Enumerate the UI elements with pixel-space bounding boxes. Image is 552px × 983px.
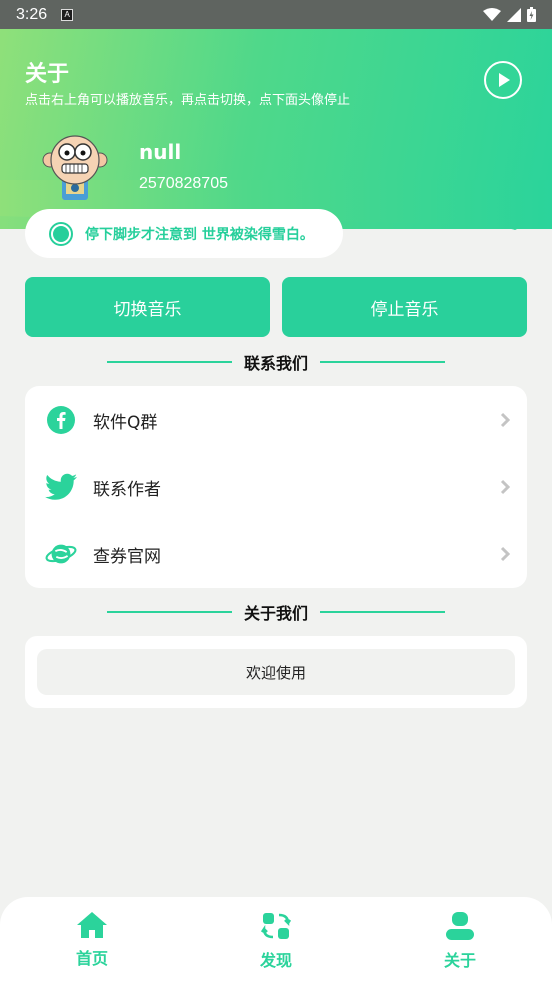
- switch-music-button[interactable]: 切换音乐: [25, 277, 270, 337]
- contact-item-author[interactable]: 联系作者: [25, 457, 527, 517]
- facebook-icon: [45, 404, 77, 436]
- contact-item-website[interactable]: 查券官网: [25, 524, 527, 584]
- chevron-right-icon: [500, 479, 511, 495]
- quote-indicator-icon: [49, 221, 73, 246]
- planet-icon: [45, 538, 77, 570]
- bottom-nav: 首页 发现 关于: [0, 897, 552, 983]
- user-id: 2570828705: [139, 175, 228, 192]
- wifi-icon: [483, 7, 501, 21]
- contact-item-qq-group[interactable]: 软件Q群: [25, 390, 527, 450]
- home-icon: [77, 912, 107, 938]
- contact-heading: 联系我们: [244, 354, 309, 373]
- discover-icon: [261, 913, 291, 939]
- quote-text: 停下脚步才注意到 世界被染得雪白。: [85, 226, 314, 243]
- signal-icon: [507, 7, 521, 22]
- nav-item-home[interactable]: 首页: [42, 911, 142, 969]
- contact-item-label: 软件Q群: [93, 412, 158, 433]
- page-title: 关于: [25, 62, 70, 87]
- chevron-right-icon: [500, 412, 511, 428]
- divider: [107, 611, 232, 613]
- user-icon: [446, 912, 474, 940]
- user-name: null: [139, 140, 182, 164]
- quote-pill: 停下脚步才注意到 世界被染得雪白。: [25, 209, 343, 258]
- divider: [320, 361, 446, 363]
- play-music-button[interactable]: [484, 61, 522, 99]
- avatar[interactable]: [40, 130, 110, 202]
- contact-item-label: 联系作者: [93, 479, 161, 500]
- about-heading: 关于我们: [244, 604, 309, 623]
- about-card: 欢迎使用: [25, 636, 527, 708]
- twitter-icon: [45, 471, 77, 503]
- nav-label: 首页: [75, 949, 108, 968]
- stop-music-button[interactable]: 停止音乐: [282, 277, 527, 337]
- nav-item-about[interactable]: 关于: [410, 911, 510, 971]
- contact-card: 软件Q群 联系作者 查券官网: [25, 386, 527, 588]
- nav-label: 关于: [443, 951, 476, 970]
- nav-label: 发现: [259, 951, 292, 970]
- page-subtitle: 点击右上角可以播放音乐，再点击切换，点下面头像停止: [25, 93, 351, 108]
- contact-item-label: 查券官网: [93, 546, 161, 567]
- contact-section-title: 联系我们: [107, 350, 446, 374]
- cartoon-avatar-icon: [42, 135, 108, 200]
- welcome-message: 欢迎使用: [37, 649, 515, 695]
- status-icons: [483, 7, 536, 22]
- play-icon: [499, 73, 510, 87]
- status-time: 3:26: [16, 5, 48, 23]
- divider: [107, 361, 232, 363]
- status-bar: 3:26 A: [0, 0, 552, 29]
- divider: [320, 611, 446, 613]
- battery-icon: [527, 7, 536, 22]
- nav-item-discover[interactable]: 发现: [226, 911, 326, 971]
- chevron-right-icon: [500, 546, 511, 562]
- notification-icon: A: [61, 8, 74, 21]
- about-section-title: 关于我们: [107, 600, 446, 624]
